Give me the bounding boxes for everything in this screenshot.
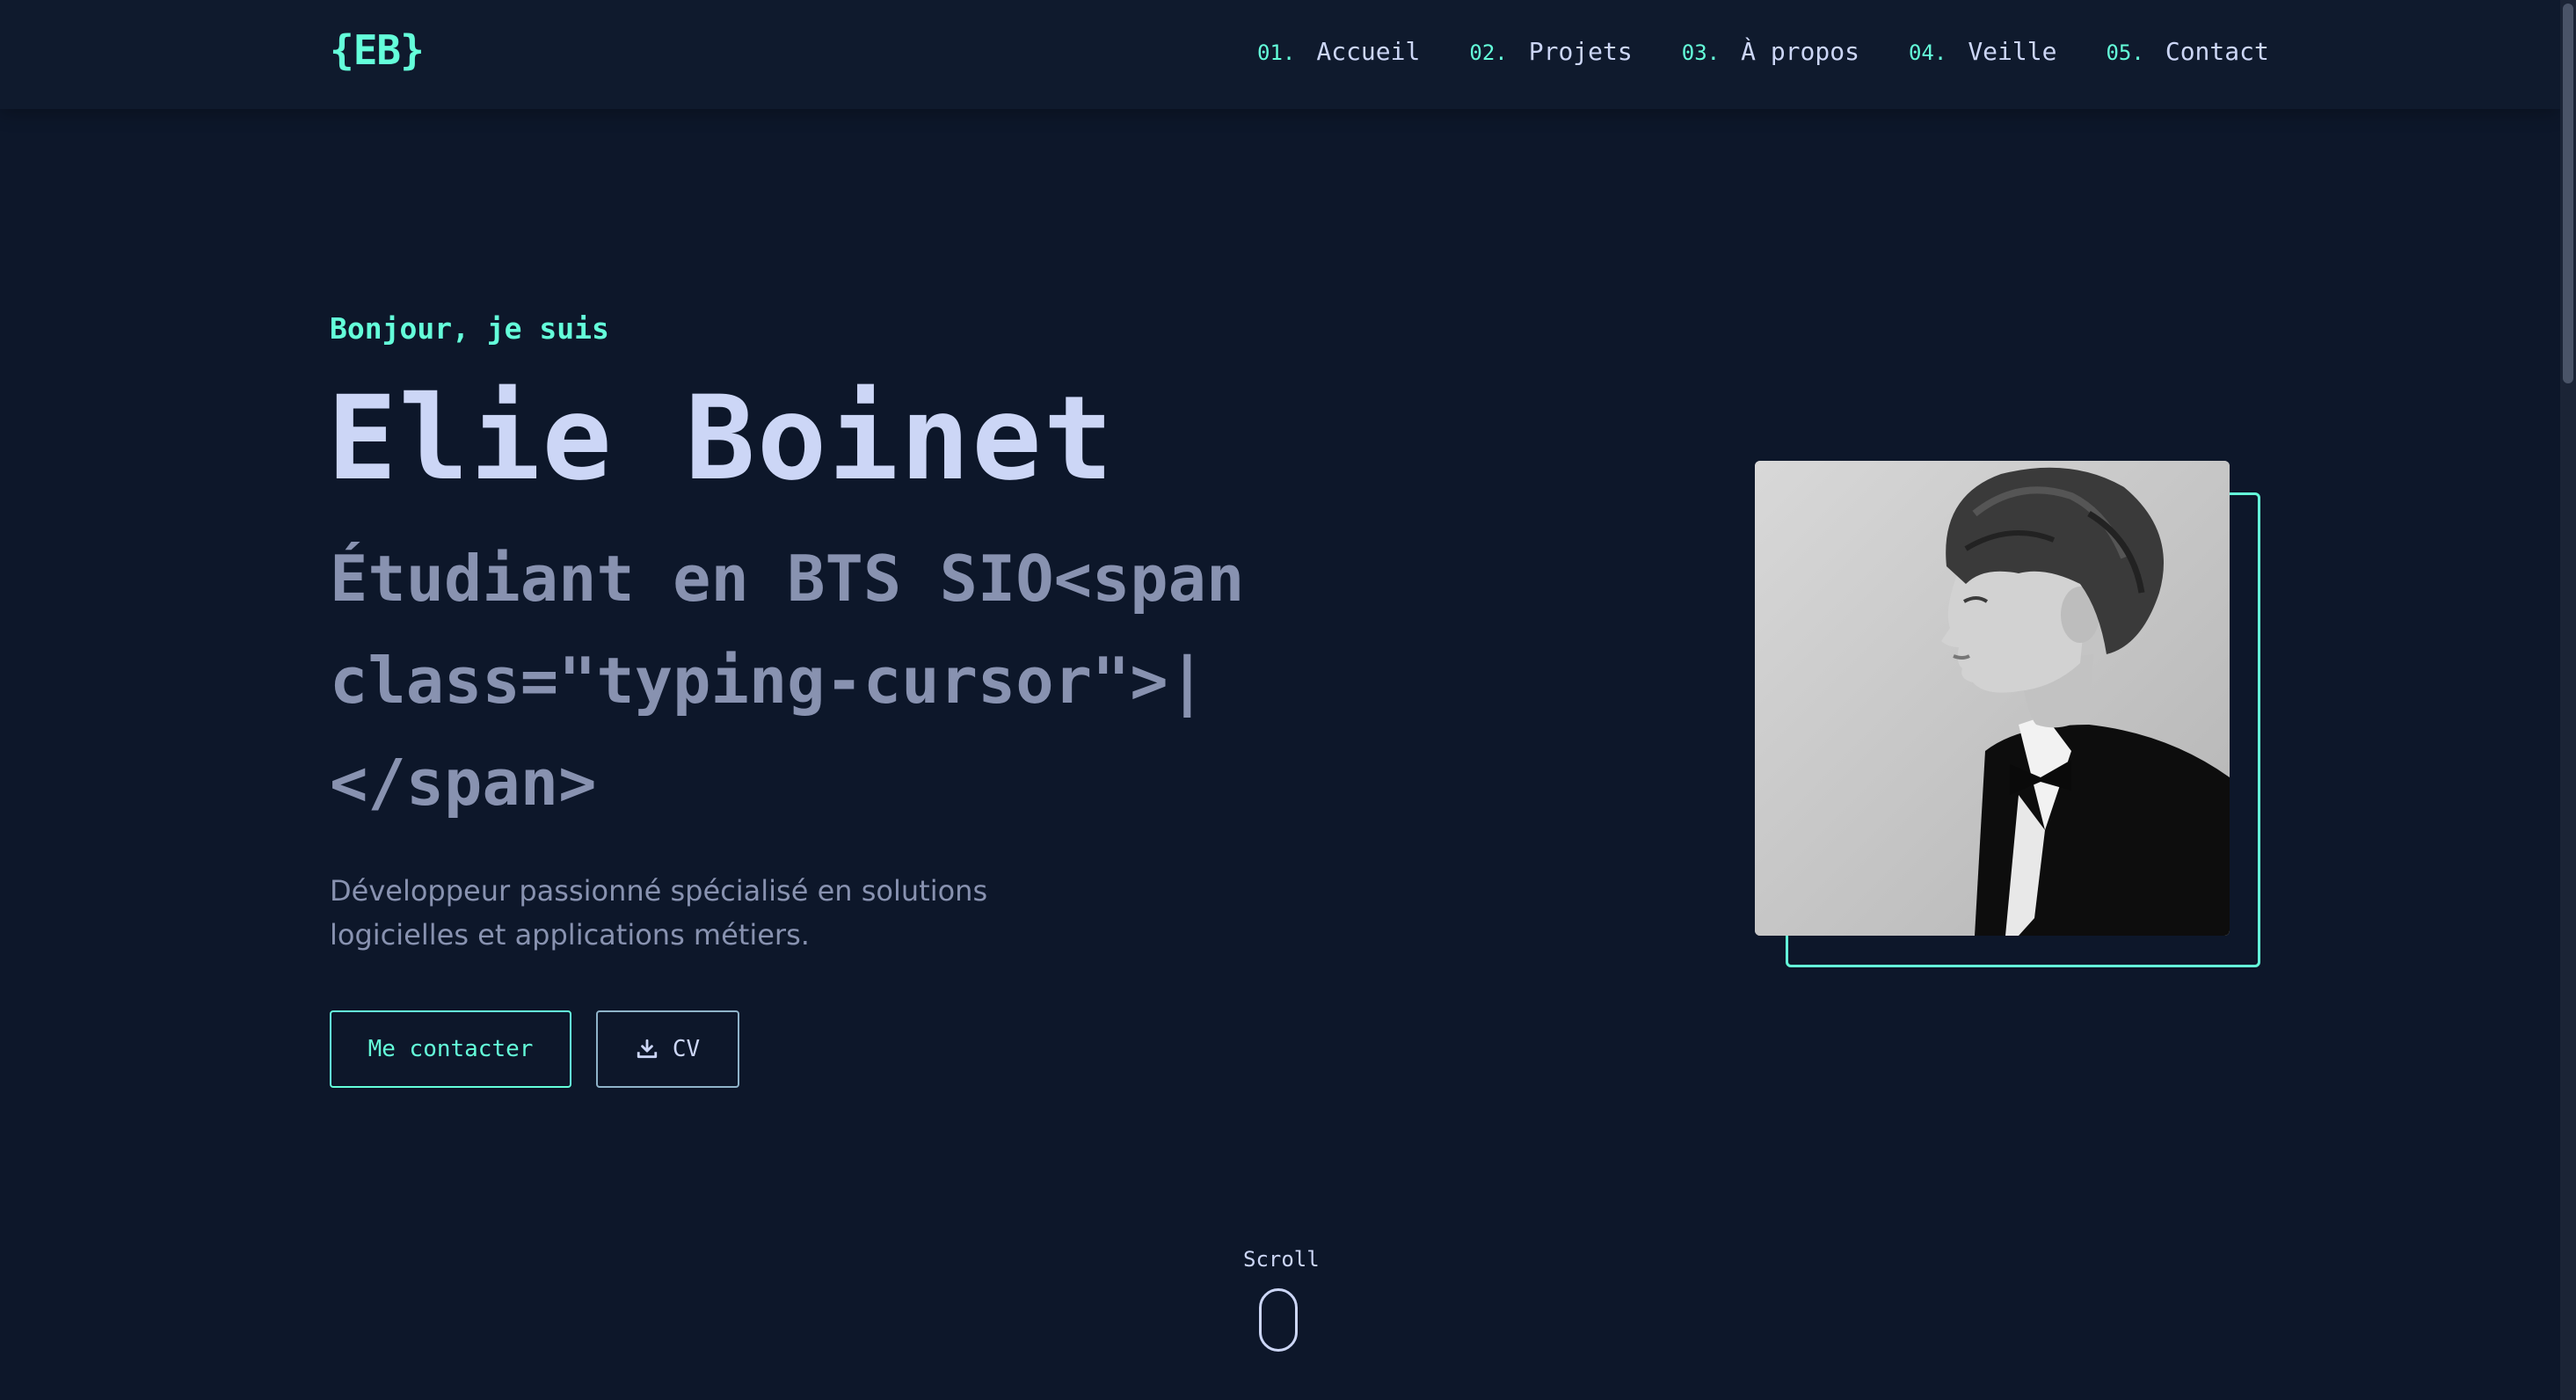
nav-label: Contact — [2165, 37, 2269, 66]
hero-role: Étudiant en BTS SIO<span class="typing-c… — [330, 542, 1245, 820]
nav-number: 02. — [1469, 40, 1508, 65]
nav-item-a-propos[interactable]: 03. À propos — [1682, 37, 1859, 66]
nav-item-veille[interactable]: 04. Veille — [1909, 37, 2057, 66]
nav-item-projets[interactable]: 02. Projets — [1469, 37, 1632, 66]
page: {EB} 01. Accueil 02. Projets 03. À propo… — [0, 0, 2560, 1400]
nav-label: Projets — [1528, 37, 1633, 66]
nav-label: Accueil — [1316, 37, 1421, 66]
mouse-icon — [1259, 1288, 1298, 1352]
nav-item-contact[interactable]: 05. Contact — [2106, 37, 2268, 66]
cv-button-label: CV — [672, 1036, 701, 1062]
nav-label: Veille — [1968, 37, 2057, 66]
hero-description: Développeur passionné spécialisé en solu… — [330, 874, 988, 952]
nav-number: 04. — [1908, 40, 1947, 65]
nav-number: 01. — [1257, 40, 1296, 65]
nav-item-accueil[interactable]: 01. Accueil — [1257, 37, 1420, 66]
portrait-image — [1755, 461, 2230, 936]
nav-number: 05. — [2106, 40, 2144, 65]
main-nav: 01. Accueil 02. Projets 03. À propos 04.… — [1257, 37, 2269, 66]
contact-button[interactable]: Me contacter — [330, 1010, 571, 1088]
scroll-label: Scroll — [1243, 1247, 1320, 1272]
scrollbar-thumb[interactable] — [2563, 4, 2573, 383]
logo[interactable]: {EB} — [330, 26, 425, 74]
hero-name: Elie Boinet — [327, 371, 1116, 507]
download-icon — [637, 1039, 658, 1059]
contact-button-label: Me contacter — [367, 1036, 534, 1062]
site-header: {EB} 01. Accueil 02. Projets 03. À propo… — [0, 0, 2560, 109]
cv-download-button[interactable]: CV — [596, 1010, 739, 1088]
page-scrollbar[interactable] — [2560, 0, 2576, 1400]
nav-number: 03. — [1681, 40, 1721, 65]
nav-label: À propos — [1741, 37, 1859, 66]
hero-greeting: Bonjour, je suis — [330, 311, 609, 346]
profile-photo — [1755, 461, 2230, 936]
